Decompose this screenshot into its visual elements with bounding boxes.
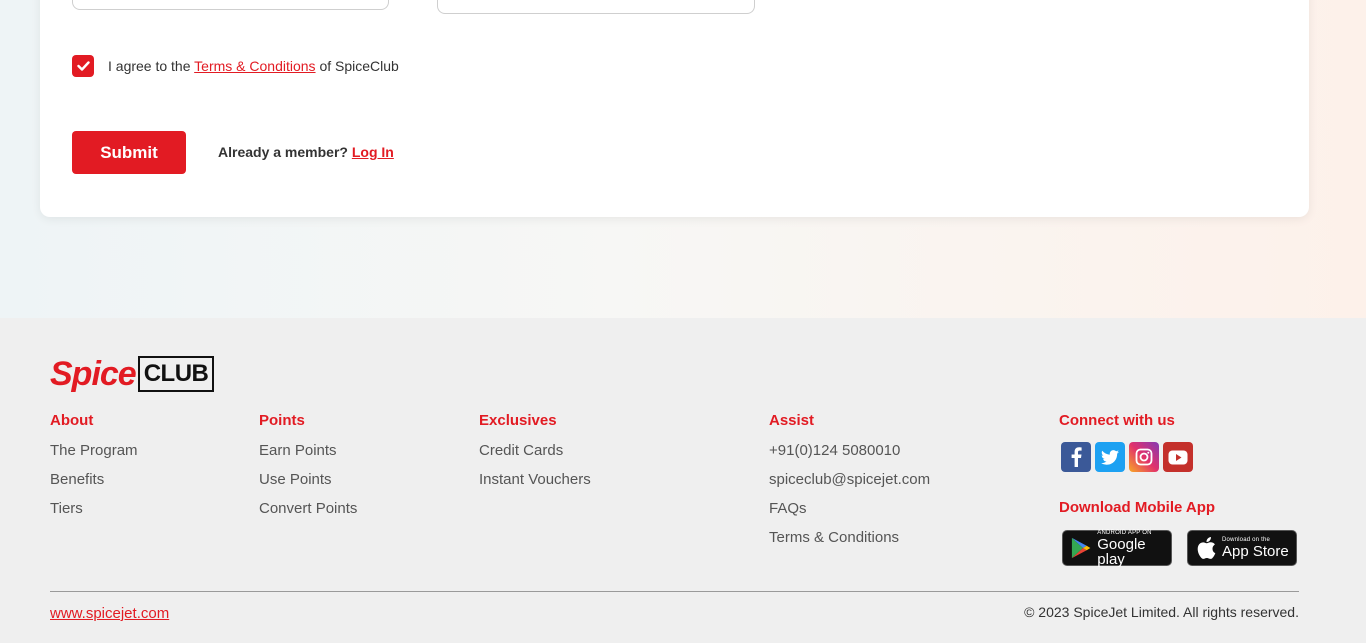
logo-spice-text: Spice (50, 355, 137, 393)
footer-heading-points: Points (259, 412, 305, 429)
footer-divider (50, 591, 1299, 592)
download-app-heading: Download Mobile App (1059, 499, 1216, 516)
footer-heading-assist: Assist (769, 412, 815, 429)
form-field[interactable] (437, 0, 755, 14)
footer: Spice CLUB About The Program Benefits Ti… (0, 318, 1366, 643)
facebook-icon[interactable] (1061, 442, 1091, 472)
footer-heading-exclusives: Exclusives (479, 412, 557, 429)
google-play-button[interactable]: ANDROID APP ON Google play (1062, 529, 1172, 568)
footer-phone[interactable]: +91(0)124 5080010 (769, 442, 930, 471)
footer-link[interactable]: Earn Points (259, 442, 357, 471)
footer-link[interactable]: FAQs (769, 500, 930, 529)
terms-link[interactable]: Terms & Conditions (194, 58, 315, 74)
signup-form-card: I agree to the Terms & Conditions of Spi… (40, 0, 1309, 217)
form-field[interactable] (72, 0, 389, 10)
footer-heading-about: About (50, 412, 94, 429)
app-store-big-text: App Store (1222, 543, 1289, 560)
terms-checkbox[interactable] (72, 55, 94, 77)
submit-button[interactable]: Submit (72, 131, 186, 174)
member-prompt: Already a member? Log In (218, 144, 394, 160)
login-link[interactable]: Log In (352, 144, 394, 160)
footer-link[interactable]: Tiers (50, 500, 138, 529)
member-prompt-text: Already a member? (218, 144, 348, 160)
spiceclub-logo[interactable]: Spice CLUB (50, 355, 215, 393)
footer-link[interactable]: Terms & Conditions (769, 529, 930, 558)
footer-col-exclusives: Exclusives Credit Cards Instant Vouchers (479, 412, 591, 500)
app-store-button[interactable]: Download on the App Store (1187, 530, 1297, 566)
social-icons (1061, 442, 1193, 472)
agree-prefix: I agree to the (108, 58, 191, 74)
footer-heading-connect: Connect with us (1059, 412, 1175, 429)
instagram-icon[interactable] (1129, 442, 1159, 472)
footer-link[interactable]: Credit Cards (479, 442, 591, 471)
page-background: I agree to the Terms & Conditions of Spi… (0, 0, 1366, 318)
footer-col-assist: Assist +91(0)124 5080010 spiceclub@spice… (769, 412, 930, 558)
footer-col-about: About The Program Benefits Tiers (50, 412, 138, 529)
spicejet-site-link[interactable]: www.spicejet.com (50, 605, 169, 622)
footer-link[interactable]: Convert Points (259, 500, 357, 529)
footer-link[interactable]: Benefits (50, 471, 138, 500)
footer-link[interactable]: Instant Vouchers (479, 471, 591, 500)
twitter-icon[interactable] (1095, 442, 1125, 472)
google-play-small-text: ANDROID APP ON (1097, 529, 1152, 536)
google-play-icon (1071, 537, 1091, 559)
footer-link[interactable]: The Program (50, 442, 138, 471)
footer-col-points: Points Earn Points Use Points Convert Po… (259, 412, 357, 529)
apple-icon (1197, 537, 1216, 559)
footer-col-connect: Connect with us (1059, 412, 1193, 472)
logo-club-text: CLUB (137, 356, 215, 392)
terms-agreement-text: I agree to the Terms & Conditions of Spi… (108, 58, 399, 74)
copyright-text: © 2023 SpiceJet Limited. All rights rese… (1024, 604, 1299, 620)
google-play-big-text: Google play (1097, 535, 1146, 568)
footer-email[interactable]: spiceclub@spicejet.com (769, 471, 930, 500)
agree-suffix: of SpiceClub (319, 58, 399, 74)
footer-link[interactable]: Use Points (259, 471, 357, 500)
checkmark-icon (76, 61, 90, 71)
youtube-icon[interactable] (1163, 442, 1193, 472)
